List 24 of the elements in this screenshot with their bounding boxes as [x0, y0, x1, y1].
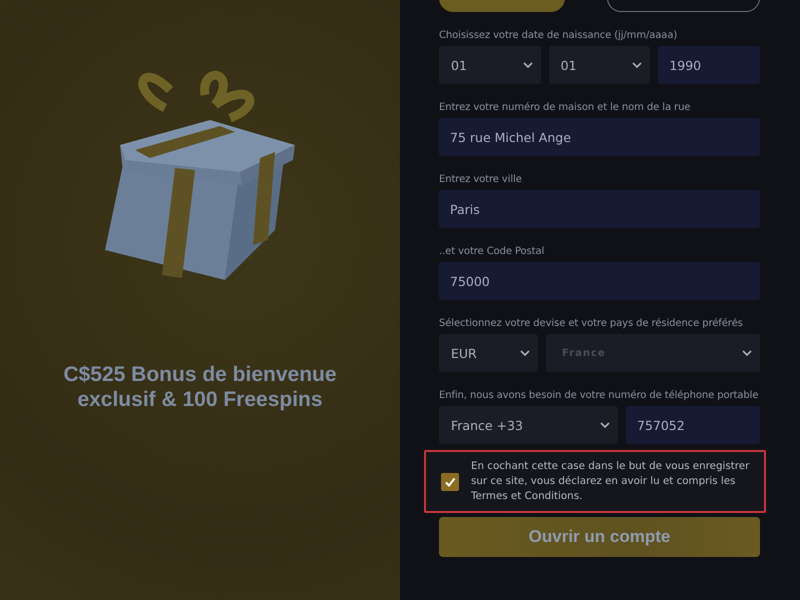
- input-field[interactable]: 75 rue Michel Ange: [439, 118, 760, 156]
- chevron-down-icon: [520, 350, 530, 356]
- field-label: Enfin, nous avons besoin de votre numéro de téléphone portable: [439, 389, 760, 403]
- select-field[interactable]: EUR: [439, 334, 538, 372]
- chevron-down-icon: [632, 62, 642, 68]
- checkbox[interactable]: [441, 472, 459, 490]
- input-field[interactable]: 757052: [626, 406, 760, 444]
- chevron-down-icon: [522, 62, 533, 68]
- select-field[interactable]: France +33: [439, 406, 618, 444]
- chevron-down-icon: [742, 350, 752, 356]
- select-field[interactable]: 01: [548, 46, 650, 84]
- consent-text: En cochant cette case dans le but de vous enregistrer sur ce site, vous déclarez en avoir lu et compris les Termes et Conditions.: [471, 459, 750, 504]
- check-icon: [444, 476, 456, 488]
- input-field[interactable]: Paris: [439, 190, 760, 228]
- field-label: ..et votre Code Postal: [439, 245, 546, 259]
- field-label: Entrez votre ville: [439, 173, 523, 187]
- input-field[interactable]: 1990: [658, 46, 760, 84]
- chevron-down-icon: [600, 422, 610, 428]
- field-label: Choisissez votre date de naissance (jj/mm/aaaa): [439, 29, 678, 43]
- field-label: Sélectionnez votre devise et votre pays de résidence préférés: [439, 317, 744, 331]
- bonus-headline: C$525 Bonus de bienvenue exclusif & 100 Freespins: [62, 362, 338, 412]
- select-field[interactable]: 01: [439, 46, 541, 84]
- input-field[interactable]: 75000: [439, 262, 760, 300]
- field-label: Entrez votre numéro de maison et le nom de la rue: [439, 101, 692, 115]
